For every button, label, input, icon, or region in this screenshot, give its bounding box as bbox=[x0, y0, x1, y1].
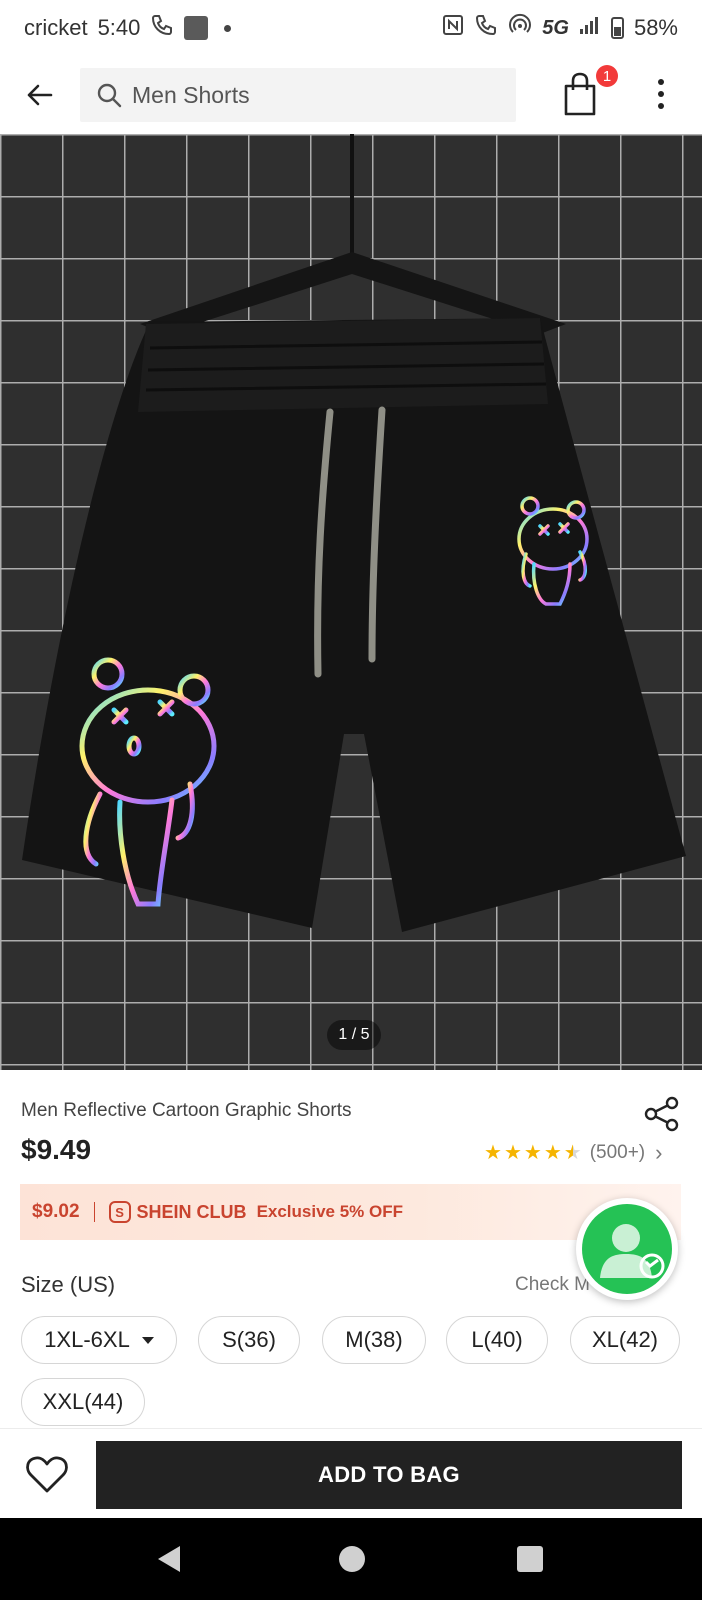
product-title: Men Reflective Cartoon Graphic Shorts bbox=[21, 1100, 352, 1121]
share-icon bbox=[644, 1096, 679, 1132]
call-signal-icon bbox=[474, 13, 498, 43]
size-option-1xl-6xl[interactable]: 1XL-6XL bbox=[21, 1316, 177, 1364]
customer-service-button[interactable] bbox=[576, 1198, 678, 1300]
notification-app-icon bbox=[184, 16, 209, 40]
size-option-xl[interactable]: XL(42) bbox=[570, 1316, 680, 1364]
size-option-l[interactable]: L(40) bbox=[446, 1316, 548, 1364]
share-button[interactable] bbox=[642, 1094, 682, 1134]
image-page-indicator: 1 / 5 bbox=[327, 1020, 381, 1050]
more-options-button[interactable] bbox=[646, 72, 676, 116]
chevron-right-icon: › bbox=[655, 1140, 663, 1165]
wifi-calling-icon bbox=[150, 13, 174, 43]
search-icon bbox=[97, 83, 122, 108]
search-query: Men Shorts bbox=[132, 81, 250, 108]
cart-count-badge: 1 bbox=[596, 65, 618, 87]
size-option-label: XXL(44) bbox=[42, 1389, 124, 1414]
rating-count: (500+) bbox=[589, 1142, 646, 1163]
size-option-xxl[interactable]: XXL(44) bbox=[21, 1378, 145, 1426]
nav-recents-icon[interactable] bbox=[517, 1546, 543, 1572]
product-price: $9.49 bbox=[21, 1134, 92, 1165]
rating-summary[interactable]: ★ ★ ★ ★ ★ (500+) › bbox=[484, 1140, 662, 1166]
carrier-label: cricket bbox=[24, 15, 88, 40]
size-guide-link[interactable]: Check M bbox=[515, 1274, 590, 1296]
club-offer: Exclusive 5% OFF bbox=[256, 1202, 404, 1221]
add-to-bag-button[interactable]: ADD TO BAG bbox=[96, 1441, 682, 1509]
battery-level: 58% bbox=[633, 15, 678, 40]
shein-club-logo-icon: S bbox=[108, 1201, 131, 1223]
nav-home-icon[interactable] bbox=[339, 1546, 365, 1572]
club-price: $9.02 bbox=[32, 1201, 80, 1222]
product-image-carousel[interactable] bbox=[0, 134, 702, 1070]
top-app-bar: Men Shorts 1 bbox=[0, 56, 702, 134]
battery-icon bbox=[610, 17, 624, 39]
product-photo bbox=[0, 134, 702, 1070]
size-option-m[interactable]: M(38) bbox=[322, 1316, 426, 1364]
caret-down-icon bbox=[141, 1336, 154, 1344]
star-icon: ★ bbox=[503, 1142, 522, 1164]
arrow-left-icon bbox=[27, 84, 53, 106]
more-notifications-icon bbox=[224, 24, 232, 32]
star-icon: ★ bbox=[523, 1142, 542, 1164]
size-option-label: M(38) bbox=[345, 1327, 403, 1352]
status-bar: cricket 5:40 5G 58% bbox=[0, 0, 702, 56]
size-option-label: XL(42) bbox=[591, 1327, 659, 1352]
nav-back-icon[interactable] bbox=[158, 1546, 180, 1572]
clock: 5:40 bbox=[97, 15, 141, 40]
nfc-icon bbox=[442, 14, 464, 42]
size-option-label: L(40) bbox=[471, 1327, 523, 1352]
size-option-label: 1XL-6XL bbox=[44, 1327, 130, 1352]
signal-icon bbox=[579, 15, 601, 41]
club-name: SHEIN CLUB bbox=[136, 1201, 247, 1222]
network-type: 5G bbox=[542, 16, 569, 39]
heart-icon bbox=[26, 1456, 68, 1493]
divider bbox=[93, 1202, 95, 1222]
star-icon: ★ bbox=[543, 1142, 562, 1164]
bottom-action-bar: ADD TO BAG bbox=[0, 1428, 702, 1518]
size-section-label: Size (US) bbox=[21, 1272, 116, 1297]
hotspot-icon bbox=[508, 13, 532, 43]
wishlist-button[interactable] bbox=[24, 1451, 70, 1497]
more-vert-icon bbox=[658, 79, 664, 85]
size-option-label: S(36) bbox=[222, 1327, 276, 1352]
star-icon: ★ bbox=[484, 1142, 502, 1164]
size-option-s[interactable]: S(36) bbox=[198, 1316, 300, 1364]
back-button[interactable] bbox=[0, 56, 80, 134]
search-input[interactable]: Men Shorts bbox=[80, 68, 516, 122]
half-star-icon: ★ bbox=[563, 1142, 582, 1164]
support-agent-icon bbox=[582, 1204, 672, 1294]
system-navigation-bar bbox=[0, 1518, 702, 1600]
